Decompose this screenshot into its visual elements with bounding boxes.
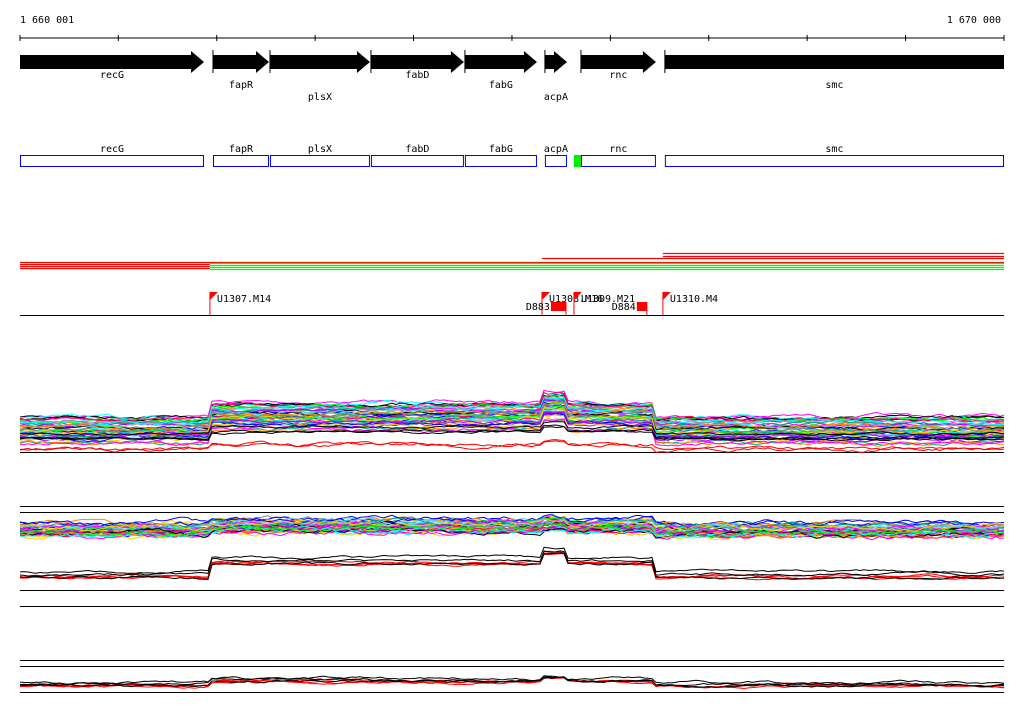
coordinate-ruler bbox=[19, 35, 1005, 41]
ruler-end-label: 1 670 000 bbox=[947, 15, 1001, 26]
genome-browser-view[interactable]: 1 660 001 1 670 000 recG fapR plsX fabD fabG… bbox=[0, 0, 1024, 714]
gene-box-fapR bbox=[212, 155, 269, 167]
gene-box-recG bbox=[20, 155, 205, 167]
gene-arrow-fapR bbox=[212, 51, 269, 73]
deletion-label: D884 bbox=[612, 302, 636, 313]
gene-label: plsX bbox=[308, 92, 332, 103]
ruler-start-label: 1 660 001 bbox=[20, 15, 74, 26]
marker-track: U1307.M14 U1308.M16U1309.M21 U1310.M4D883 D… bbox=[20, 292, 1004, 316]
signal-line-reference bbox=[19, 675, 1005, 685]
marker-label: U1307.M14 bbox=[217, 294, 271, 305]
gene-label: fabG bbox=[489, 80, 513, 91]
deletion-box[interactable] bbox=[636, 302, 647, 311]
gene-label: fabD bbox=[405, 70, 429, 81]
gene-box-plsX bbox=[269, 155, 370, 167]
gene-arrow-smc bbox=[664, 55, 1004, 69]
signal-plot-tracks bbox=[19, 389, 1005, 693]
gene-label: rnc bbox=[609, 70, 627, 81]
gene-box-label: recG bbox=[100, 144, 124, 155]
gene-box-label: rnc bbox=[609, 144, 627, 155]
gene-arrow-plsX bbox=[269, 51, 370, 73]
gene-arrow-acpA bbox=[544, 51, 567, 73]
gene-box-label: fabG bbox=[489, 144, 513, 155]
gene-box-label: fapR bbox=[229, 144, 254, 155]
gene-box-smc bbox=[664, 155, 1004, 167]
gene-box-acpA bbox=[544, 155, 567, 167]
marker-label: U1310.M4 bbox=[670, 294, 718, 305]
gene-box-rnc bbox=[580, 155, 656, 167]
gene-label: fapR bbox=[229, 80, 254, 91]
signal-line-highlight bbox=[19, 552, 1005, 581]
gene-box-label: acpA bbox=[544, 144, 568, 155]
gene-box-label: plsX bbox=[308, 144, 332, 155]
gene-box-fabG bbox=[464, 155, 537, 167]
gene-box-label: fabD bbox=[405, 144, 429, 155]
deletion-label: D883 bbox=[526, 302, 550, 313]
gene-label: smc bbox=[825, 80, 843, 91]
gene-arrow-fabG bbox=[464, 51, 537, 73]
gene-label: recG bbox=[100, 70, 124, 81]
deletion-box[interactable] bbox=[550, 302, 566, 311]
highlight-box bbox=[573, 155, 581, 167]
coverage-bar-track bbox=[20, 252, 1004, 271]
gene-arrow-track: recG fapR plsX fabD fabG acpA rnc smc bbox=[20, 50, 1004, 103]
gene-box-label: smc bbox=[825, 144, 843, 155]
gene-box-track: recG fapR plsX fabD fabG acpA rnc smc bbox=[20, 144, 1004, 167]
gene-label: acpA bbox=[544, 92, 568, 103]
gene-box-fabD bbox=[370, 155, 464, 167]
